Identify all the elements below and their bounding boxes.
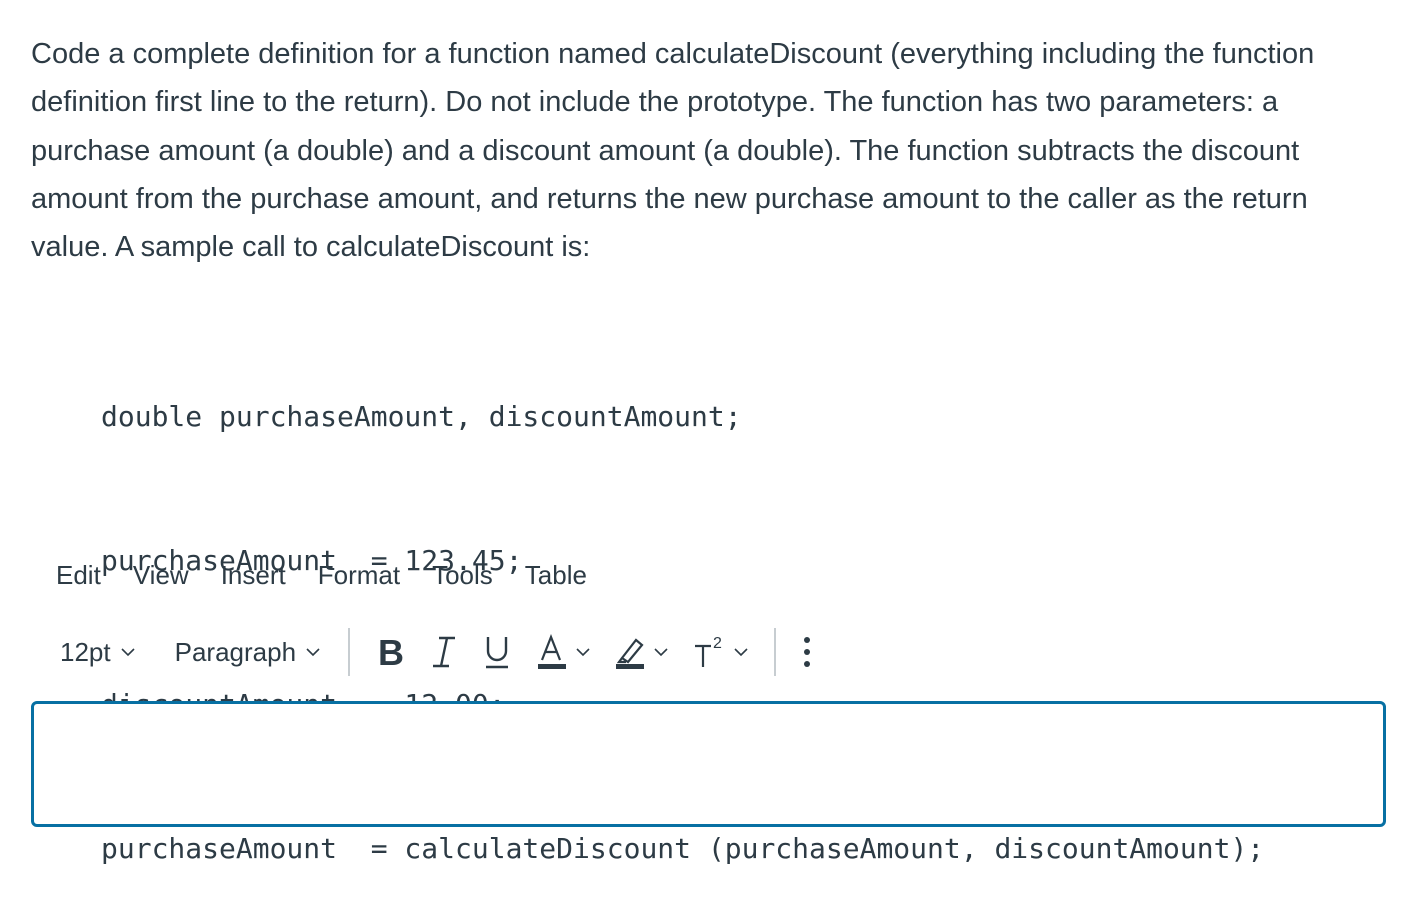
superscript-button[interactable]: 2: [680, 628, 760, 676]
highlight-button[interactable]: [602, 628, 680, 676]
question-paragraph: Code a complete definition for a functio…: [31, 38, 1315, 264]
font-size-value: 12pt: [60, 636, 111, 667]
chevron-down-icon: [306, 648, 320, 657]
svg-text:2: 2: [713, 635, 722, 652]
chevron-down-icon: [121, 648, 135, 657]
chevron-down-icon: [576, 648, 590, 657]
editor-menubar: Edit View Insert Format Tools Table: [40, 552, 603, 598]
code-line: purchaseAmount = calculateDiscount (purc…: [101, 832, 1265, 865]
question-text: Code a complete definition for a functio…: [31, 30, 1393, 271]
editor-toolbar: 12pt Paragraph B 2: [46, 626, 824, 678]
bold-button[interactable]: B: [364, 628, 418, 676]
block-format-select[interactable]: Paragraph: [161, 633, 334, 672]
superscript-icon: 2: [695, 635, 722, 667]
chevron-down-icon: [654, 648, 668, 657]
text-color-icon: [538, 634, 567, 669]
block-format-value: Paragraph: [174, 636, 297, 667]
more-vertical-icon: [804, 637, 811, 667]
svg-text:B: B: [378, 635, 404, 669]
menu-view[interactable]: View: [117, 556, 205, 595]
menu-insert[interactable]: Insert: [205, 556, 302, 595]
text-color-button[interactable]: [524, 628, 602, 676]
highlight-icon: [616, 638, 645, 669]
menu-format[interactable]: Format: [302, 556, 416, 595]
code-sample: double purchaseAmount, discountAmount; p…: [101, 297, 1264, 921]
bold-icon: B: [378, 635, 404, 669]
code-line: double purchaseAmount, discountAmount;: [101, 400, 742, 433]
underline-icon: [486, 637, 509, 669]
underline-button[interactable]: [470, 628, 524, 676]
italic-button[interactable]: [418, 628, 470, 676]
font-size-select[interactable]: 12pt: [46, 633, 149, 672]
toolbar-divider: [348, 628, 351, 676]
answer-editor[interactable]: [31, 701, 1386, 827]
toolbar-divider: [774, 628, 777, 676]
menu-edit[interactable]: Edit: [40, 556, 117, 595]
chevron-down-icon: [734, 648, 748, 657]
italic-icon: [433, 636, 456, 668]
menu-tools[interactable]: Tools: [416, 556, 509, 595]
menu-table[interactable]: Table: [509, 556, 603, 595]
more-options-button[interactable]: [790, 628, 824, 676]
